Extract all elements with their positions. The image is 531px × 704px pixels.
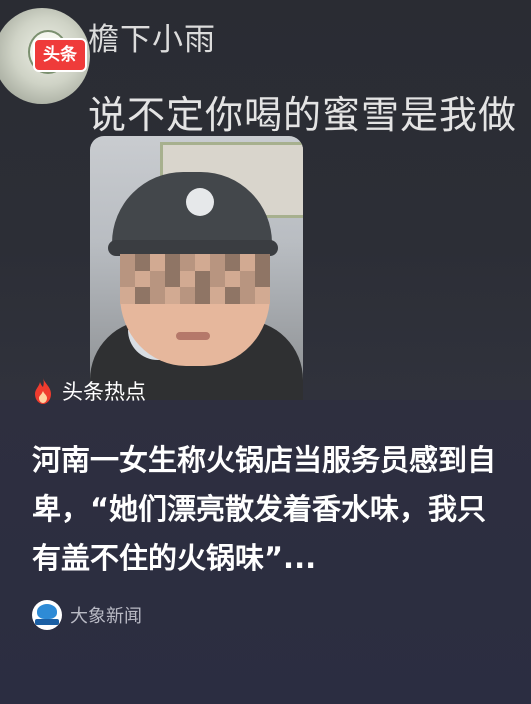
cap-logo-icon: [186, 188, 214, 216]
comment-text: 说不定你喝的蜜雪是我做: [88, 93, 518, 137]
face-mosaic: [120, 254, 270, 304]
news-card[interactable]: 头条 檐下小雨 说不定你喝的蜜雪是我做 头条热点 河南一女生称火锅店当服务员感到…: [0, 0, 531, 704]
mouth: [176, 332, 210, 340]
news-headline[interactable]: 河南一女生称火锅店当服务员感到自卑，“她们漂亮散发着香水味，我只有盖不住的火锅味…: [32, 436, 504, 586]
logo-band: [35, 619, 59, 625]
hot-topic-text: 头条热点: [62, 380, 146, 404]
logo-globe: [37, 604, 57, 619]
flame-icon: [35, 378, 51, 404]
video-thumbnail[interactable]: [90, 136, 303, 400]
dxnews-logo-icon: [32, 600, 62, 630]
commenter-name: 檐下小雨: [88, 22, 216, 58]
toutiao-app-badge: 头条: [33, 38, 87, 72]
video-comment-screenshot[interactable]: 头条 檐下小雨 说不定你喝的蜜雪是我做: [0, 0, 531, 400]
hot-topic-label[interactable]: 头条热点: [32, 376, 146, 406]
source-name: 大象新闻: [70, 606, 142, 627]
news-source[interactable]: 大象新闻: [32, 600, 142, 630]
